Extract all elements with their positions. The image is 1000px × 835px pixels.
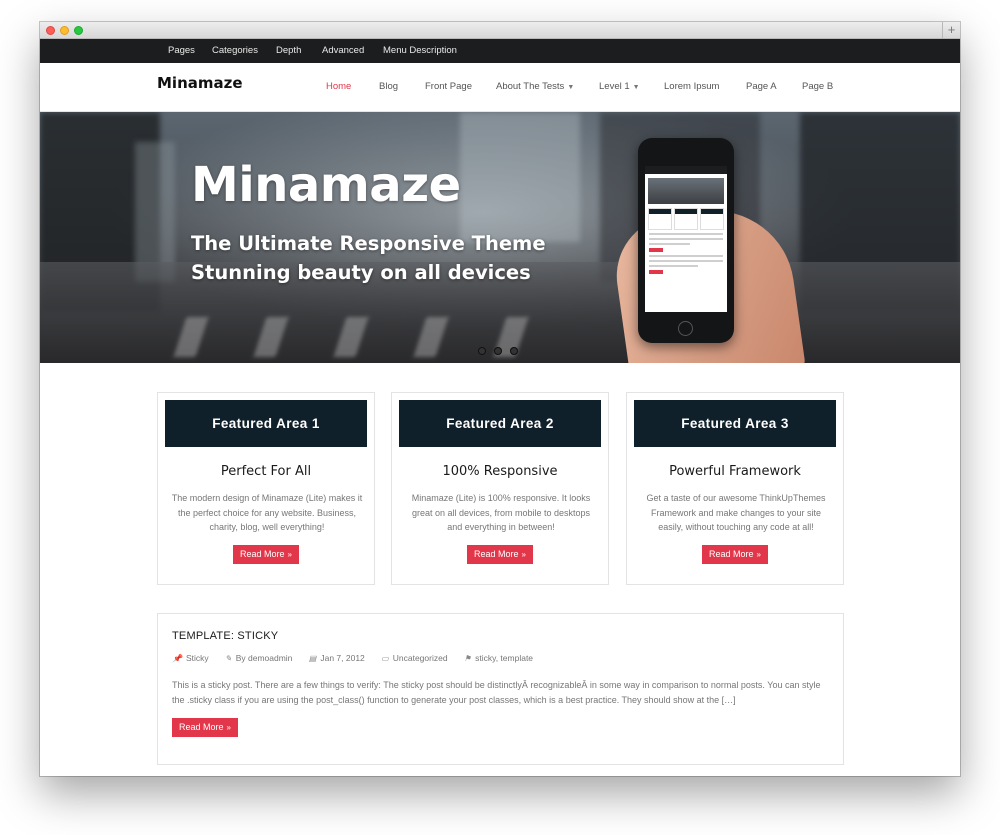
meta-author[interactable]: ✎ By demoadmin — [225, 653, 292, 663]
read-more-button[interactable]: Read More» — [172, 718, 238, 737]
chevron-double-right-icon: » — [521, 550, 526, 559]
button-label: Read More — [179, 722, 224, 732]
nav-item-label: About The Tests — [496, 81, 565, 92]
meta-date[interactable]: ▤ Jan 7, 2012 — [309, 653, 365, 663]
calendar-icon: ▤ — [308, 654, 317, 663]
read-more-button[interactable]: Read More» — [467, 545, 533, 564]
read-more-button[interactable]: Read More» — [702, 545, 768, 564]
phone-home-button — [678, 321, 693, 336]
card-title: Powerful Framework — [669, 464, 801, 479]
browser-window: + Pages Categories Depth Advanced Menu D… — [40, 22, 960, 776]
site-logo[interactable]: Minamaze — [157, 74, 243, 92]
nav-item-level-1[interactable]: Level 1 ▼ — [599, 81, 640, 92]
sticky-post: TEMPLATE: STICKY 📌 Sticky ✎ By demoadmin ▤… — [157, 613, 844, 765]
meta-tags[interactable]: ⚑ sticky, template — [464, 653, 533, 663]
featured-card-3: Featured Area 3 Powerful Framework Get a… — [626, 392, 844, 585]
chevron-down-icon: ▼ — [632, 84, 640, 91]
slide-dot-1[interactable] — [478, 347, 486, 355]
chevron-down-icon: ▼ — [567, 84, 575, 91]
nav-item-page-a[interactable]: Page A — [746, 81, 777, 92]
featured-card-1: Featured Area 1 Perfect For All The mode… — [157, 392, 375, 585]
card-text: The modern design of Minamaze (Lite) mak… — [171, 493, 363, 532]
nav-item-page-b[interactable]: Page B — [802, 81, 833, 92]
pin-icon: 📌 — [172, 654, 182, 663]
pencil-icon: ✎ — [225, 654, 232, 663]
post-meta: 📌 Sticky ✎ By demoadmin ▤ Jan 7, 2012 ▭ Unca… — [172, 653, 547, 663]
browser-titlebar: + — [40, 22, 960, 39]
hero-slider[interactable]: Minamaze The Ultimate Responsive Theme S… — [40, 112, 960, 363]
chevron-double-right-icon: » — [226, 723, 231, 732]
card-header: Featured Area 2 — [399, 400, 601, 447]
chevron-double-right-icon: » — [756, 550, 761, 559]
nav-item-front-page[interactable]: Front Page — [425, 81, 472, 92]
button-label: Read More — [474, 549, 519, 559]
phone-mockup-image — [638, 138, 734, 343]
tag-icon: ⚑ — [463, 654, 472, 663]
hero-subtitle: The Ultimate Responsive Theme — [191, 232, 546, 255]
nav-item-about-the-tests[interactable]: About The Tests ▼ — [496, 81, 574, 92]
nav-item-blog[interactable]: Blog — [379, 81, 398, 92]
nav-item-lorem-ipsum[interactable]: Lorem Ipsum — [664, 81, 719, 92]
zoom-window-button[interactable] — [74, 26, 83, 35]
close-window-button[interactable] — [46, 26, 55, 35]
top-menu-pages[interactable]: Pages — [168, 39, 195, 63]
phone-screen — [645, 166, 727, 312]
meta-sticky: 📌 Sticky — [172, 653, 209, 663]
new-tab-plus-icon[interactable]: + — [942, 22, 960, 39]
nav-item-home[interactable]: Home — [326, 81, 351, 92]
hero-subtitle: Stunning beauty on all devices — [191, 261, 531, 284]
slider-pagination — [478, 342, 526, 360]
card-header: Featured Area 3 — [634, 400, 836, 447]
top-menu-description[interactable]: Menu Description — [383, 39, 457, 63]
slide-dot-2[interactable] — [494, 347, 502, 355]
minimize-window-button[interactable] — [60, 26, 69, 35]
card-text: Get a taste of our awesome ThinkUpThemes… — [646, 493, 826, 532]
post-title[interactable]: TEMPLATE: STICKY — [172, 630, 278, 642]
button-label: Read More — [709, 549, 754, 559]
card-title: Perfect For All — [220, 464, 312, 479]
top-menu-advanced[interactable]: Advanced — [322, 39, 364, 63]
folder-icon: ▭ — [381, 654, 389, 663]
card-title: 100% Responsive — [442, 464, 558, 479]
card-text: Minamaze (Lite) is 100% responsive. It l… — [411, 493, 591, 532]
top-menu-bar: Pages Categories Depth Advanced Menu Des… — [40, 39, 960, 63]
top-menu-categories[interactable]: Categories — [212, 39, 258, 63]
top-menu-depth[interactable]: Depth — [276, 39, 301, 63]
meta-category[interactable]: ▭ Uncategorized — [381, 653, 447, 663]
post-excerpt: This is a sticky post. There are a few t… — [172, 680, 821, 705]
site-header: Minamaze Home Blog Front Page About The … — [40, 63, 960, 112]
chevron-double-right-icon: » — [287, 550, 292, 559]
hero-title: Minamaze — [191, 157, 461, 213]
read-more-button[interactable]: Read More» — [233, 545, 299, 564]
slide-dot-3[interactable] — [510, 347, 518, 355]
background-building — [460, 112, 580, 242]
nav-item-label: Level 1 — [599, 81, 630, 92]
featured-card-2: Featured Area 2 100% Responsive Minamaze… — [391, 392, 609, 585]
card-header: Featured Area 1 — [165, 400, 367, 447]
button-label: Read More — [240, 549, 285, 559]
background-building — [135, 142, 175, 282]
